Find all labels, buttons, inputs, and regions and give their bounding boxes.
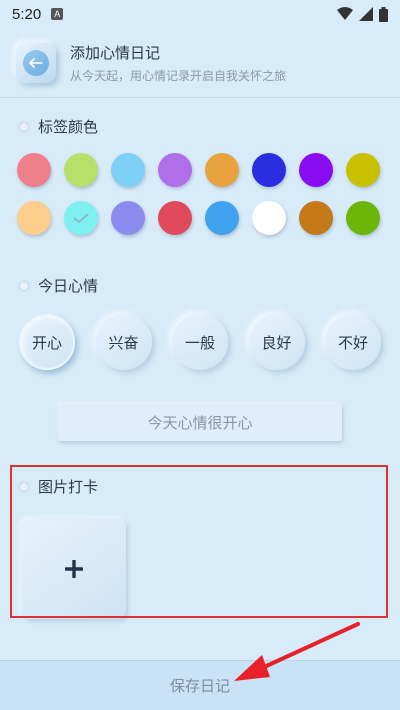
annotation-arrow-icon [234, 622, 360, 681]
